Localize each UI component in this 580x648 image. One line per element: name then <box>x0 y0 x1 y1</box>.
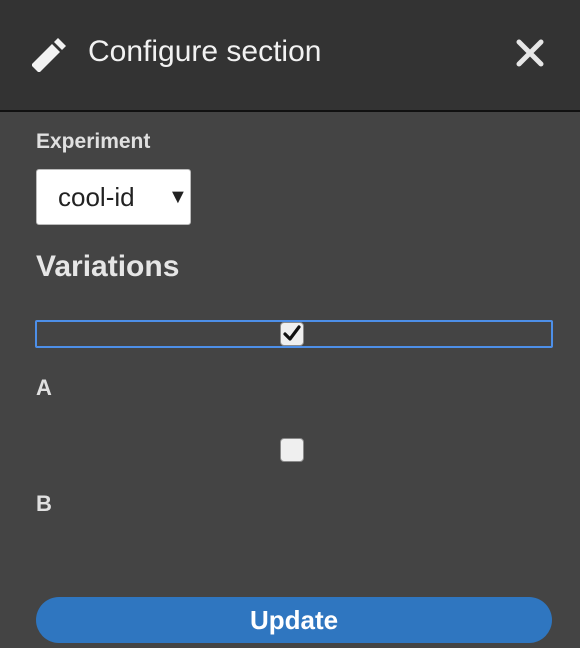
close-icon[interactable] <box>515 38 545 68</box>
pencil-icon <box>32 38 66 72</box>
experiment-select-value: cool-id <box>58 182 135 212</box>
dialog-title: Configure section <box>88 35 322 68</box>
variation-a-label: A <box>36 375 52 400</box>
variation-b-checkbox[interactable] <box>280 438 304 462</box>
experiment-select[interactable]: cool-id ▼ <box>36 169 191 225</box>
variation-a-checkbox[interactable] <box>280 322 304 346</box>
dialog-header: Configure section <box>0 0 580 112</box>
dropdown-arrow-icon: ▼ <box>168 186 188 208</box>
variation-b-label: B <box>36 491 52 516</box>
experiment-label: Experiment <box>36 130 151 153</box>
variations-heading: Variations <box>36 250 180 283</box>
update-button[interactable]: Update <box>36 597 552 643</box>
checkmark-icon <box>283 325 301 341</box>
